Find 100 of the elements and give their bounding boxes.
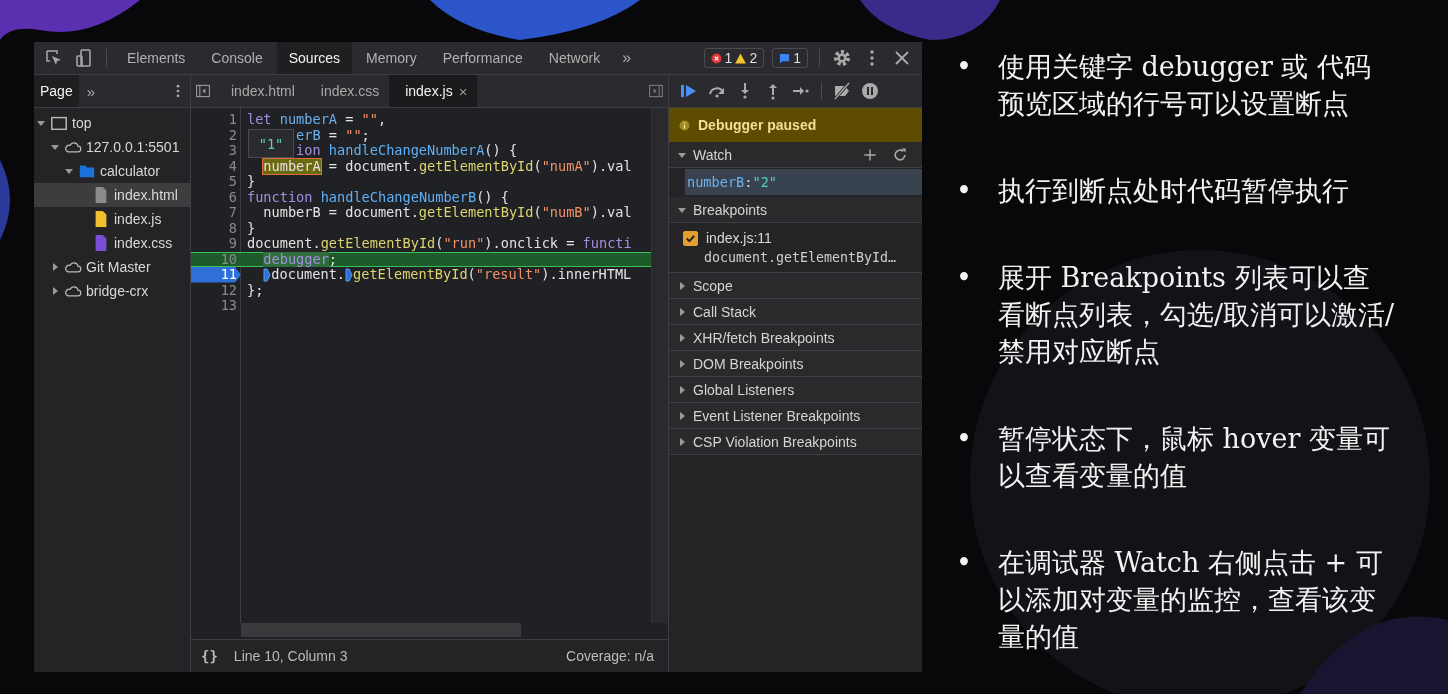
line-number[interactable]: 9 — [191, 236, 241, 252]
tree-item[interactable]: index.html — [34, 183, 190, 207]
collapsed-triangle-icon[interactable] — [677, 358, 687, 369]
code-token: let — [247, 112, 272, 128]
panel-tab[interactable]: Performance — [430, 42, 535, 74]
bullet-text: 执行到断点处时代码暂停执行 — [997, 174, 1350, 208]
line-number[interactable]: 6 — [191, 189, 241, 205]
close-tab-button[interactable]: × — [458, 82, 468, 100]
error-icon — [710, 52, 722, 64]
code-token: () { — [476, 189, 509, 205]
code-token: "numA" — [541, 158, 591, 174]
section-header[interactable]: Event Listener Breakpoints — [669, 403, 922, 429]
tree-item[interactable]: bridge-crx — [34, 279, 190, 303]
panel-tab[interactable]: Memory — [354, 42, 429, 74]
bullet-text: 展开 Breakpoints 列表可以查看断点列表，勾选/取消可以激活/禁用对应断点 — [997, 261, 1396, 369]
section-header[interactable]: Breakpoints — [669, 197, 922, 223]
section-header[interactable]: Watch — [669, 142, 922, 168]
expanded-triangle-icon[interactable] — [50, 142, 60, 152]
tree-item[interactable]: top — [34, 111, 190, 135]
section-header[interactable]: DOM Breakpoints — [669, 351, 922, 377]
bullet-mark: • — [956, 422, 972, 456]
panel-tab[interactable]: Elements — [115, 42, 198, 74]
issues-badge[interactable]: 1 2 — [703, 48, 765, 68]
tree-item[interactable]: index.js — [34, 207, 190, 231]
panel-tab[interactable]: Console — [199, 42, 275, 74]
bullet-mark: • — [956, 174, 972, 208]
more-tabs-button[interactable]: » — [614, 49, 640, 67]
section-header[interactable]: CSP Violation Breakpoints — [669, 429, 922, 455]
line-number[interactable]: 12 — [191, 282, 241, 298]
line-number[interactable]: 3 — [191, 143, 241, 159]
collapsed-triangle-icon[interactable] — [677, 280, 687, 291]
line-number[interactable]: 4 — [191, 158, 241, 174]
code-token: "result" — [475, 267, 542, 283]
code-token: ( — [533, 205, 542, 221]
add-icon[interactable] — [862, 146, 878, 163]
line-number[interactable]: 7 — [191, 205, 241, 221]
line-number[interactable]: 11 — [191, 267, 241, 283]
code-token: ( — [435, 236, 444, 252]
settings-icon[interactable] — [832, 48, 852, 68]
line-number[interactable]: 5 — [191, 174, 241, 190]
code-token: "numB" — [541, 205, 591, 221]
watch-expression[interactable]: numberB:"2" — [685, 169, 922, 195]
scrollbar[interactable] — [651, 108, 668, 623]
pretty-print-button[interactable]: {} — [201, 648, 218, 664]
bullet-text: 在调试器 Watch 右侧点击 + 可以添加对变量的监控，查看该变量的值 — [997, 546, 1384, 654]
code-token: function — [247, 189, 313, 205]
section-title: DOM Breakpoints — [693, 355, 804, 372]
section-header[interactable]: Global Listeners — [669, 377, 922, 403]
tree-item[interactable]: calculator — [34, 159, 190, 183]
expanded-triangle-icon[interactable] — [64, 166, 74, 176]
line-number[interactable]: 8 — [191, 220, 241, 236]
breakpoint-marker-icon[interactable] — [345, 268, 354, 282]
toggle-debugger-icon[interactable] — [648, 83, 664, 99]
messages-badge[interactable]: 1 — [772, 48, 808, 68]
collapsed-triangle-icon[interactable] — [677, 410, 687, 421]
more-navigators-button[interactable]: » — [78, 82, 104, 100]
bullet-mark: • — [956, 546, 972, 580]
toggle-navigator-icon[interactable] — [195, 83, 211, 99]
breakpoint-code: document.getElementById… — [703, 249, 898, 267]
expanded-triangle-icon[interactable] — [36, 118, 46, 128]
scrollbar[interactable] — [241, 623, 521, 637]
section-header[interactable]: XHR/fetch Breakpoints — [669, 325, 922, 351]
error-count: 1 — [724, 50, 733, 66]
breakpoint-checkbox[interactable] — [683, 230, 698, 246]
collapsed-triangle-icon[interactable] — [677, 332, 687, 343]
tree-item[interactable]: Git Master — [34, 255, 190, 279]
line-number[interactable]: 13 — [191, 298, 241, 314]
code-token: = — [344, 112, 355, 128]
code-token: ).val — [590, 205, 632, 221]
line-number[interactable]: 1 — [191, 112, 241, 128]
file-tab[interactable]: index.js × — [389, 75, 478, 107]
warning-count: 2 — [749, 50, 758, 66]
bullet-mark: • — [956, 261, 972, 295]
file-tab[interactable]: index.html — [215, 75, 305, 107]
section-header[interactable]: Call Stack — [669, 299, 922, 325]
line-number[interactable]: 2 — [191, 127, 241, 143]
code-token: = — [327, 127, 339, 143]
collapsed-triangle-icon[interactable] — [677, 384, 687, 395]
section-title: Watch — [693, 146, 733, 163]
tree-item[interactable]: 127.0.0.1:5501 — [34, 135, 190, 159]
breakpoint-marker-icon[interactable] — [263, 268, 272, 282]
code-token: ion — [296, 143, 321, 159]
refresh-icon[interactable] — [892, 146, 908, 163]
code-token: document. — [271, 267, 346, 283]
panel-tab[interactable]: Network — [536, 42, 613, 74]
deactivate-breakpoints-icon[interactable] — [832, 81, 852, 101]
pause-icon[interactable] — [860, 81, 880, 101]
section-title: Breakpoints — [693, 201, 767, 218]
collapsed-triangle-icon[interactable] — [50, 262, 60, 272]
navigator-tab[interactable]: Page — [34, 75, 79, 107]
panel-tab[interactable]: Sources — [276, 42, 353, 74]
collapsed-triangle-icon[interactable] — [677, 306, 687, 317]
file-tab[interactable]: index.css — [304, 75, 390, 107]
tree-item[interactable]: index.css — [34, 231, 190, 255]
section-title: Event Listener Breakpoints — [693, 407, 861, 424]
device-icon[interactable] — [74, 48, 94, 68]
collapsed-triangle-icon[interactable] — [677, 436, 687, 447]
collapsed-triangle-icon[interactable] — [50, 286, 60, 296]
section-title: Call Stack — [693, 303, 757, 320]
section-header[interactable]: Scope — [669, 273, 922, 299]
